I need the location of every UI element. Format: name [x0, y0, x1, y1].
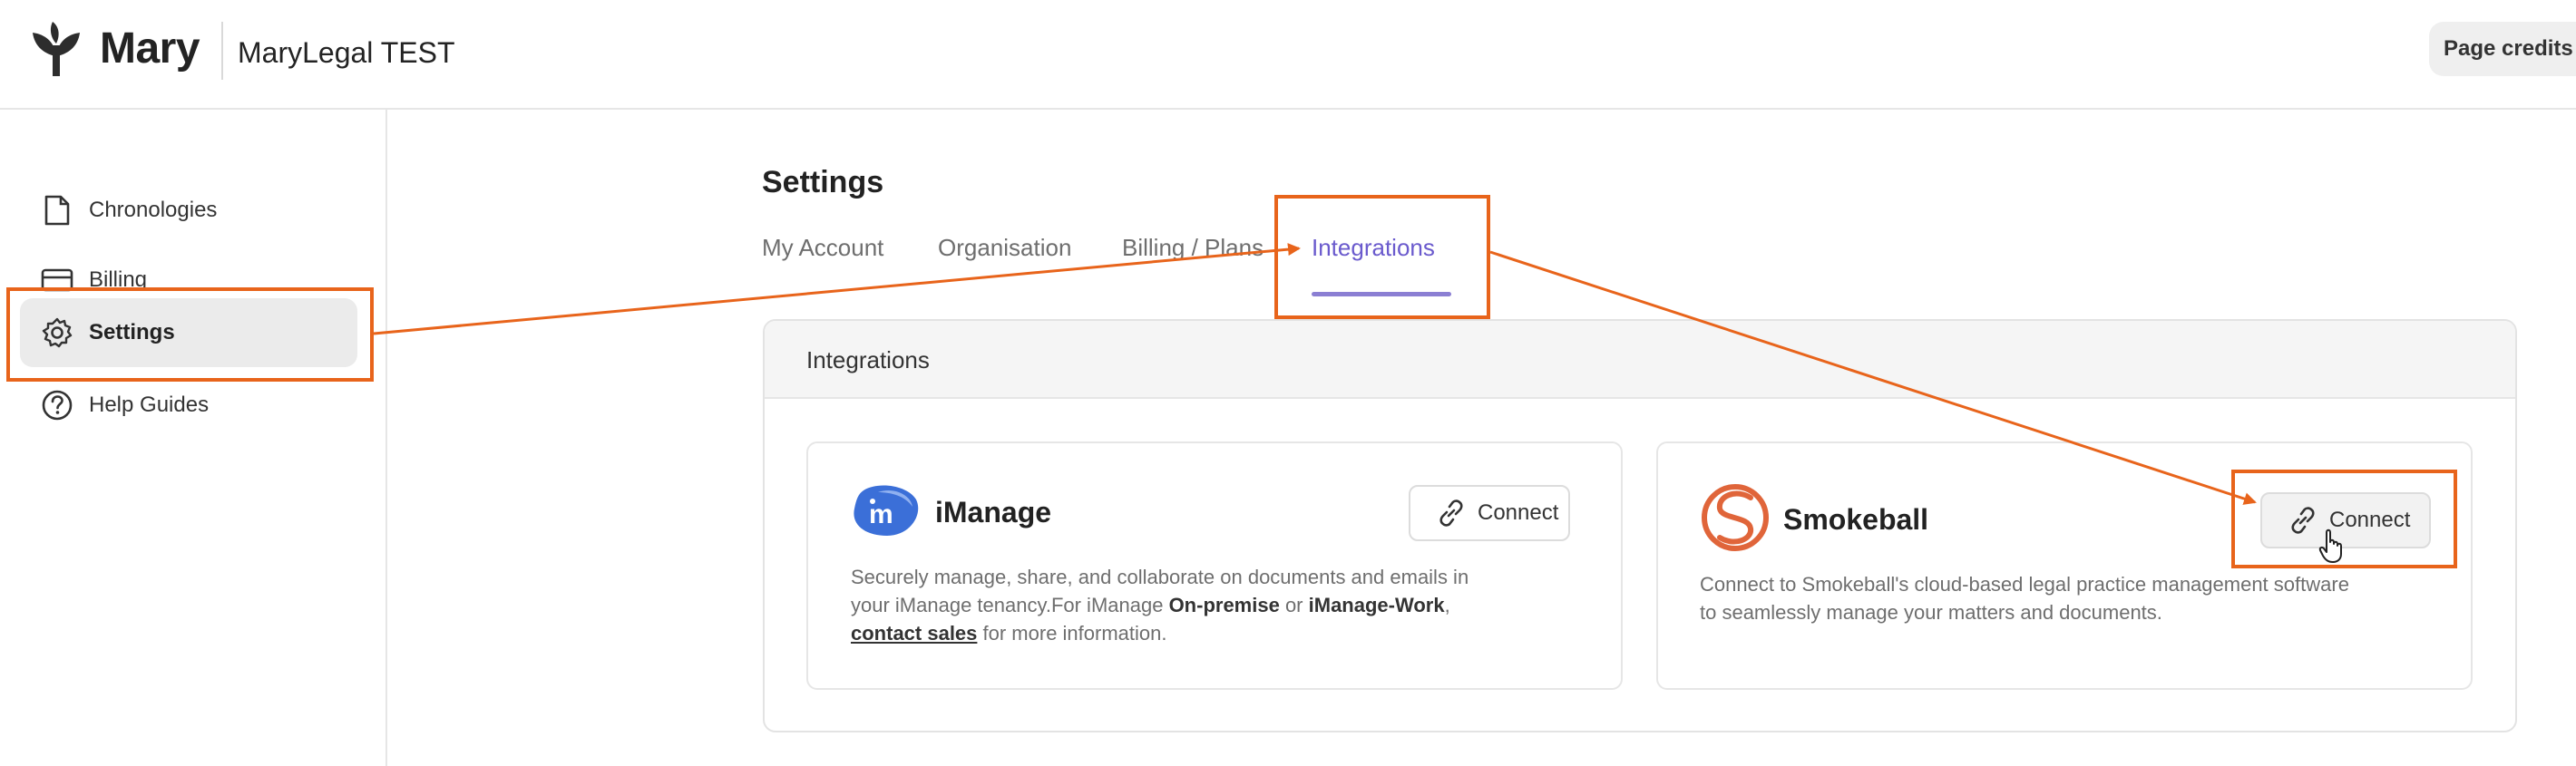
- description-line: to seamlessly manage your matters and do…: [1700, 601, 2162, 624]
- panel-title: Integrations: [806, 346, 930, 373]
- sidebar: Chronologies Billing Settings Help Guide…: [0, 110, 387, 766]
- gear-icon: [40, 315, 74, 350]
- credit-card-icon: [40, 263, 74, 297]
- sidebar-item-help-guides[interactable]: Help Guides: [20, 371, 357, 440]
- hand-cursor-icon: [2318, 528, 2346, 568]
- description-line: your iManage tenancy.For iManage On-prem…: [851, 594, 1450, 616]
- tab-my-account[interactable]: My Account: [762, 234, 883, 262]
- imanage-card: m iManage Connect Securely manage, share…: [806, 441, 1623, 690]
- description-line: Securely manage, share, and collaborate …: [851, 566, 1469, 588]
- tab-organisation[interactable]: Organisation: [938, 234, 1071, 262]
- smokeball-card: Smokeball Connect Connect to Smokeball's…: [1656, 441, 2473, 690]
- sidebar-item-chronologies[interactable]: Chronologies: [20, 176, 357, 245]
- brand-divider: [221, 22, 223, 80]
- link-icon: [2288, 505, 2318, 536]
- sidebar-item-settings[interactable]: Settings: [20, 298, 357, 367]
- imanage-connect-button[interactable]: Connect: [1409, 485, 1570, 541]
- integration-name: iManage: [935, 496, 1052, 528]
- imanage-work-text: iManage-Work: [1308, 594, 1445, 616]
- sidebar-item-label: Help Guides: [89, 393, 210, 417]
- connect-label: Connect: [1478, 500, 1559, 525]
- sidebar-item-label: Settings: [89, 320, 175, 344]
- smokeball-connect-button[interactable]: Connect: [2260, 492, 2431, 548]
- link-icon: [1436, 498, 1467, 528]
- description-line: Connect to Smokeball's cloud-based legal…: [1700, 573, 2349, 596]
- contact-sales-link[interactable]: contact sales: [851, 622, 977, 645]
- document-icon: [40, 193, 74, 228]
- top-bar: Mary MaryLegal TEST Page credits: [0, 0, 2576, 110]
- integration-name: Smokeball: [1783, 503, 1929, 536]
- organisation-name: MaryLegal TEST: [238, 36, 455, 69]
- smokeball-logo-icon: [1700, 483, 1771, 557]
- imanage-logo-icon: m: [851, 483, 922, 544]
- mary-logo-icon: [29, 20, 83, 78]
- brand-name: Mary: [100, 24, 200, 73]
- sidebar-item-label: Chronologies: [89, 198, 218, 222]
- description-line: contact sales for more information.: [851, 622, 1167, 645]
- page-title: Settings: [762, 165, 884, 199]
- integration-description: Securely manage, share, and collaborate …: [851, 563, 1595, 647]
- on-premise-text: On-premise: [1168, 594, 1280, 616]
- tab-billing-plans[interactable]: Billing / Plans: [1122, 234, 1264, 262]
- tab-integrations[interactable]: Integrations: [1312, 234, 1435, 262]
- active-tab-indicator: [1312, 292, 1451, 296]
- help-circle-icon: [40, 388, 74, 422]
- page-credits-button[interactable]: Page credits: [2429, 22, 2576, 76]
- integration-description: Connect to Smokeball's cloud-based legal…: [1700, 570, 2453, 626]
- sidebar-item-label: Billing: [89, 267, 148, 292]
- panel-header: Integrations: [765, 321, 2515, 399]
